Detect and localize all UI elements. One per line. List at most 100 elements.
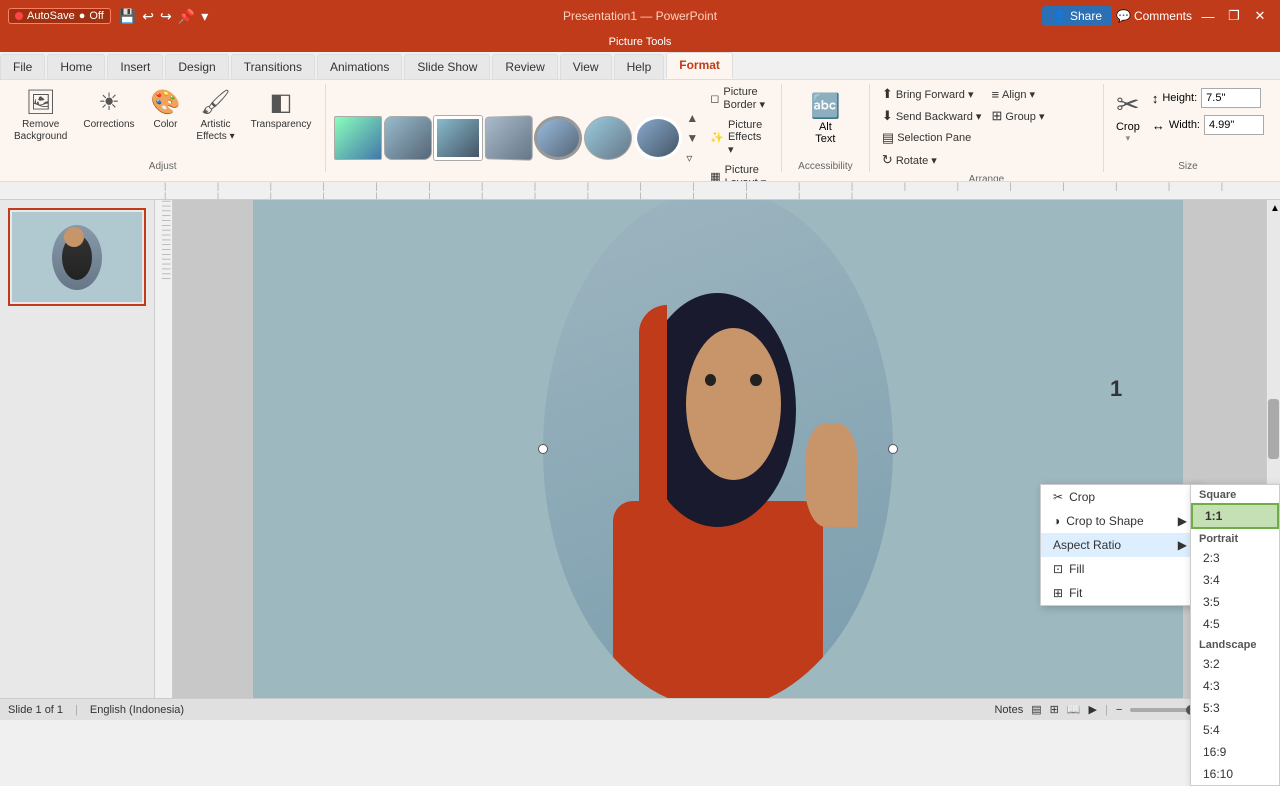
aspect-1-1-label: 1:1 [1205, 509, 1222, 523]
portrait-category: Portrait [1191, 529, 1279, 547]
align-icon: ≡ [991, 87, 999, 102]
size-label: Size [1178, 157, 1197, 172]
picture-border-icon: ◻ [710, 92, 719, 105]
slide-view-presentation[interactable]: ▶ [1089, 703, 1097, 716]
tab-insert[interactable]: Insert [107, 54, 163, 79]
undo-button[interactable]: ↩ [140, 6, 156, 27]
slide-view-sorter[interactable]: ⊞ [1050, 703, 1059, 716]
aspect-item-3-2[interactable]: 3:2 [1191, 653, 1279, 675]
tab-view[interactable]: View [560, 54, 612, 79]
scroll-thumb[interactable] [1268, 399, 1279, 459]
aspect-item-16-9[interactable]: 16:9 [1191, 741, 1279, 763]
slide-view-reading[interactable]: 📖 [1067, 703, 1081, 716]
crop-menu-item-aspect[interactable]: Aspect Ratio ▶ [1041, 533, 1199, 557]
aspect-item-5-4[interactable]: 5:4 [1191, 719, 1279, 741]
body [613, 501, 823, 698]
slide-canvas[interactable] [253, 200, 1183, 698]
aspect-item-4-5[interactable]: 4:5 [1191, 613, 1279, 635]
aspect-item-2-3[interactable]: 2:3 [1191, 547, 1279, 569]
comments-button[interactable]: 💬 Comments [1116, 9, 1192, 23]
crop-dropdown-arrow[interactable]: ▾ [1126, 133, 1131, 144]
crop-button[interactable]: ✂ Crop ▾ [1112, 84, 1144, 148]
autosave-badge[interactable]: AutoSave ● Off [8, 8, 111, 24]
autosave-off: Off [89, 10, 103, 22]
tab-transitions[interactable]: Transitions [231, 54, 315, 79]
aspect-ratio-submenu: Square 1:1 Portrait 2:3 3:4 3:5 4:5 Land… [1190, 484, 1280, 786]
tab-animations[interactable]: Animations [317, 54, 402, 79]
landscape-category: Landscape [1191, 635, 1279, 653]
selection-pane-button[interactable]: ▤ Selection Pane [878, 128, 1095, 148]
scroll-up[interactable]: ▲ [1267, 200, 1280, 217]
notes-button[interactable]: Notes [994, 704, 1023, 716]
remove-bg-label: RemoveBackground [14, 119, 67, 143]
tab-help[interactable]: Help [614, 54, 665, 79]
style-2[interactable] [384, 116, 432, 160]
minimize-button[interactable]: — [1196, 4, 1220, 28]
style-4[interactable] [485, 115, 533, 161]
close-button[interactable]: ✕ [1248, 4, 1272, 28]
aspect-item-5-3[interactable]: 5:3 [1191, 697, 1279, 719]
picture-border-button[interactable]: ◻ Picture Border ▾ [704, 84, 773, 113]
aspect-item-3-4[interactable]: 3:4 [1191, 569, 1279, 591]
send-backward-button[interactable]: ⬇ Send Backward ▾ [878, 106, 986, 126]
restore-button[interactable]: ❐ [1222, 4, 1246, 28]
picture-layout-button[interactable]: ▦ Picture Layout ▾ [704, 162, 773, 182]
aspect-item-3-5[interactable]: 3:5 [1191, 591, 1279, 613]
color-button[interactable]: 🎨 Color [145, 84, 187, 135]
slide-thumbnail-wrapper[interactable] [8, 208, 146, 306]
tab-review[interactable]: Review [492, 54, 557, 79]
style-7[interactable] [634, 116, 682, 160]
share-area: 👤 Share 💬 Comments [1042, 6, 1192, 26]
picture-effects-button[interactable]: ✨ Picture Effects ▾ [704, 117, 773, 158]
crop-menu-item-fit[interactable]: ⊞ Fit [1041, 581, 1199, 605]
adjust-buttons: 🖼 RemoveBackground ☀ Corrections 🎨 Color… [8, 84, 317, 157]
image-container[interactable] [543, 200, 893, 698]
tab-design[interactable]: Design [165, 54, 228, 79]
redo-button[interactable]: ↪ [158, 6, 174, 27]
handle-right[interactable] [888, 444, 898, 454]
slide-view-normal[interactable]: ▤ [1031, 703, 1041, 716]
tab-file[interactable]: File [0, 54, 45, 79]
picture-border-label: Picture Border ▾ [723, 86, 767, 111]
ruler-v-marks: | | | | | | | | | | | | | | | | | [162, 200, 172, 280]
aspect-item-16-10[interactable]: 16:10 [1191, 763, 1279, 785]
tab-format[interactable]: Format [666, 52, 733, 79]
zoom-out-button[interactable]: − [1116, 704, 1122, 716]
transparency-icon: ◧ [270, 88, 293, 117]
dropdown-arrow[interactable]: ▾ [199, 6, 210, 27]
remove-background-button[interactable]: 🖼 RemoveBackground [8, 84, 73, 147]
pin-button[interactable]: 📌 [176, 6, 197, 27]
alt-text-btn[interactable]: 🔤 AltText [802, 84, 848, 153]
save-button[interactable]: 💾 [117, 6, 138, 27]
bring-forward-button[interactable]: ⬆ Bring Forward ▾ [878, 84, 986, 104]
corrections-button[interactable]: ☀ Corrections [77, 84, 140, 135]
fit-label: Fit [1069, 586, 1082, 600]
height-input[interactable] [1201, 88, 1261, 108]
aspect-item-4-3[interactable]: 4:3 [1191, 675, 1279, 697]
transparency-button[interactable]: ◧ Transparency [245, 84, 318, 135]
crop-menu-item-shape[interactable]: ◑ Crop to Shape ▶ [1041, 509, 1199, 533]
style-1[interactable] [334, 116, 382, 160]
gallery-up[interactable]: ▲ [684, 109, 700, 127]
artistic-effects-button[interactable]: 🖌 ArtisticEffects ▾ [190, 84, 240, 147]
width-input[interactable] [1204, 115, 1264, 135]
style-5[interactable] [534, 116, 582, 160]
style-3[interactable] [434, 116, 482, 160]
picture-layout-icon: ▦ [710, 170, 720, 182]
group-label: Group ▾ [1005, 110, 1044, 123]
aspect-item-1-1[interactable]: 1:1 [1191, 503, 1279, 529]
gallery-more[interactable]: ▿ [684, 149, 700, 167]
crop-menu-item-crop[interactable]: ✂ Crop [1041, 485, 1199, 509]
tab-slide-show[interactable]: Slide Show [404, 54, 490, 79]
crop-menu-item-fill[interactable]: ⊡ Fill [1041, 557, 1199, 581]
align-button[interactable]: ≡ Align ▾ [987, 84, 1095, 104]
aspect-ratio-arrow: ▶ [1178, 538, 1187, 552]
share-button[interactable]: 👤 Share [1042, 6, 1112, 26]
style-6[interactable] [584, 116, 632, 160]
window-title: Presentation1 — PowerPoint [429, 9, 850, 23]
rotate-button[interactable]: ↻ Rotate ▾ [878, 150, 1095, 170]
gallery-down[interactable]: ▼ [684, 129, 700, 147]
group-button[interactable]: ⊞ Group ▾ [987, 106, 1095, 126]
handle-left[interactable] [538, 444, 548, 454]
tab-home[interactable]: Home [47, 54, 105, 79]
